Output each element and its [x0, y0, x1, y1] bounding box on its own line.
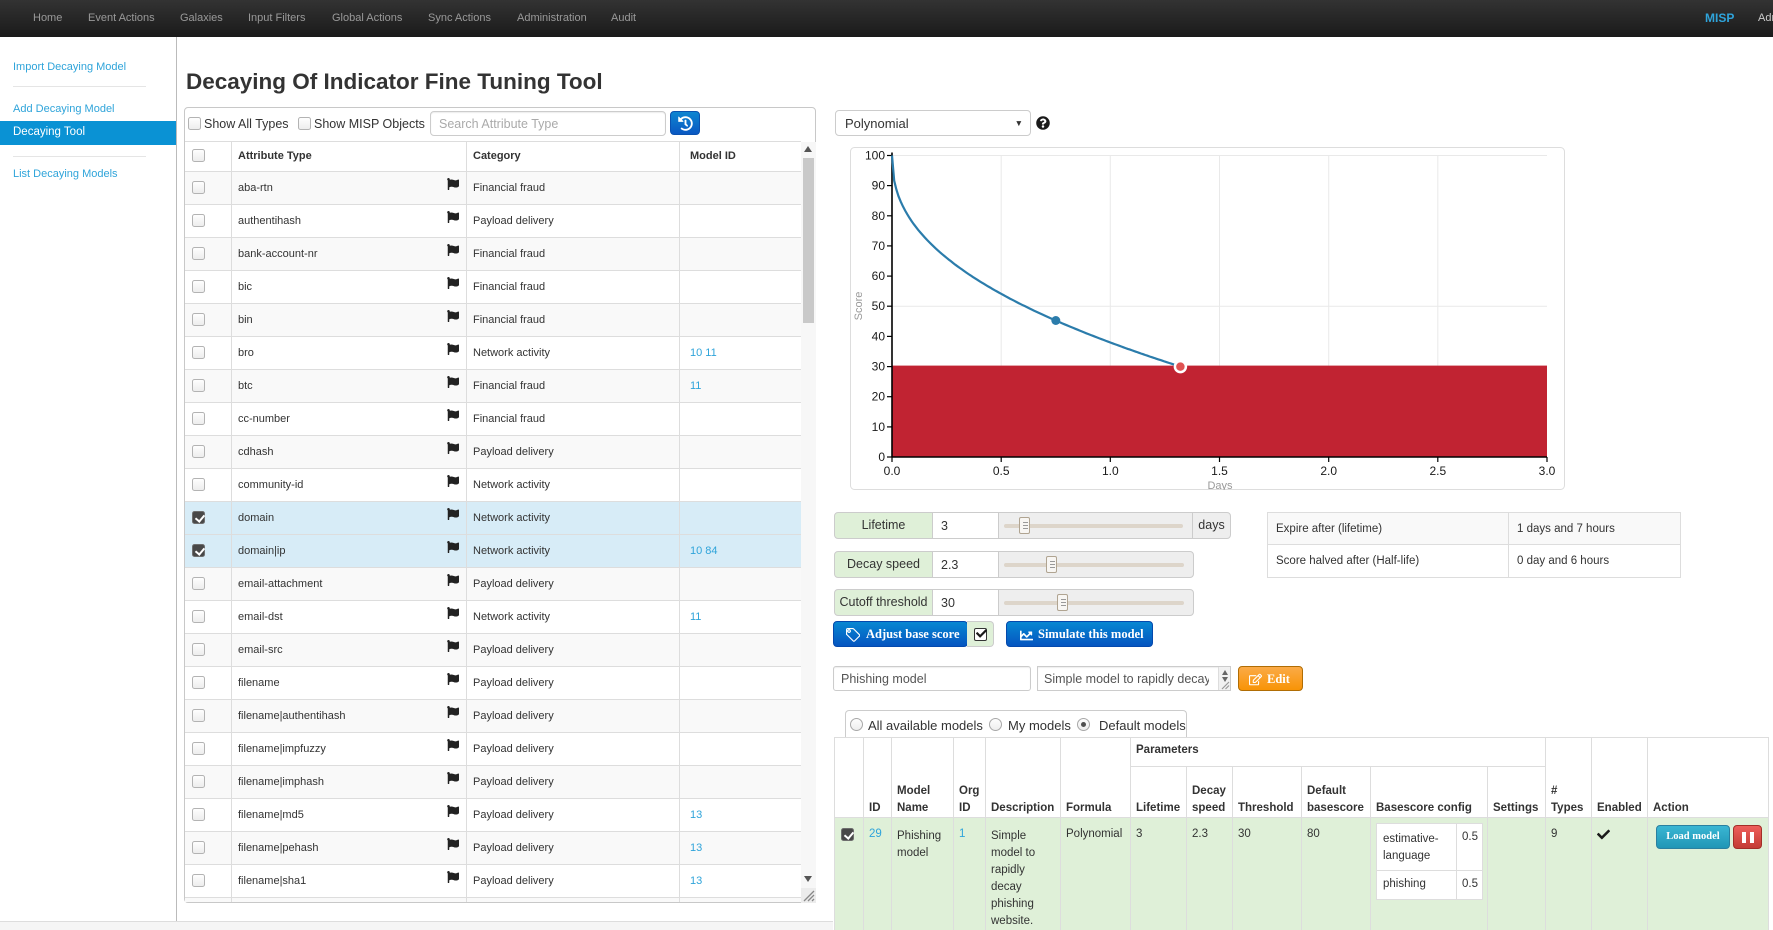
svg-text:90: 90 [872, 179, 886, 193]
svg-text:10: 10 [872, 420, 886, 434]
svg-text:70: 70 [872, 239, 886, 253]
svg-text:40: 40 [872, 329, 886, 343]
svg-text:2.0: 2.0 [1320, 464, 1337, 478]
svg-text:20: 20 [872, 390, 886, 404]
svg-text:2.5: 2.5 [1429, 464, 1446, 478]
svg-text:0.5: 0.5 [993, 464, 1010, 478]
svg-text:50: 50 [872, 299, 886, 313]
svg-text:30: 30 [872, 360, 886, 374]
svg-text:60: 60 [872, 269, 886, 283]
svg-text:Score: Score [853, 292, 865, 321]
svg-text:1.0: 1.0 [1102, 464, 1119, 478]
svg-text:80: 80 [872, 209, 886, 223]
svg-text:0.0: 0.0 [884, 464, 901, 478]
svg-text:3.0: 3.0 [1539, 464, 1556, 478]
svg-text:1.5: 1.5 [1211, 464, 1228, 478]
svg-text:Days: Days [1207, 480, 1233, 490]
svg-text:0: 0 [878, 450, 885, 464]
svg-text:100: 100 [865, 149, 885, 163]
